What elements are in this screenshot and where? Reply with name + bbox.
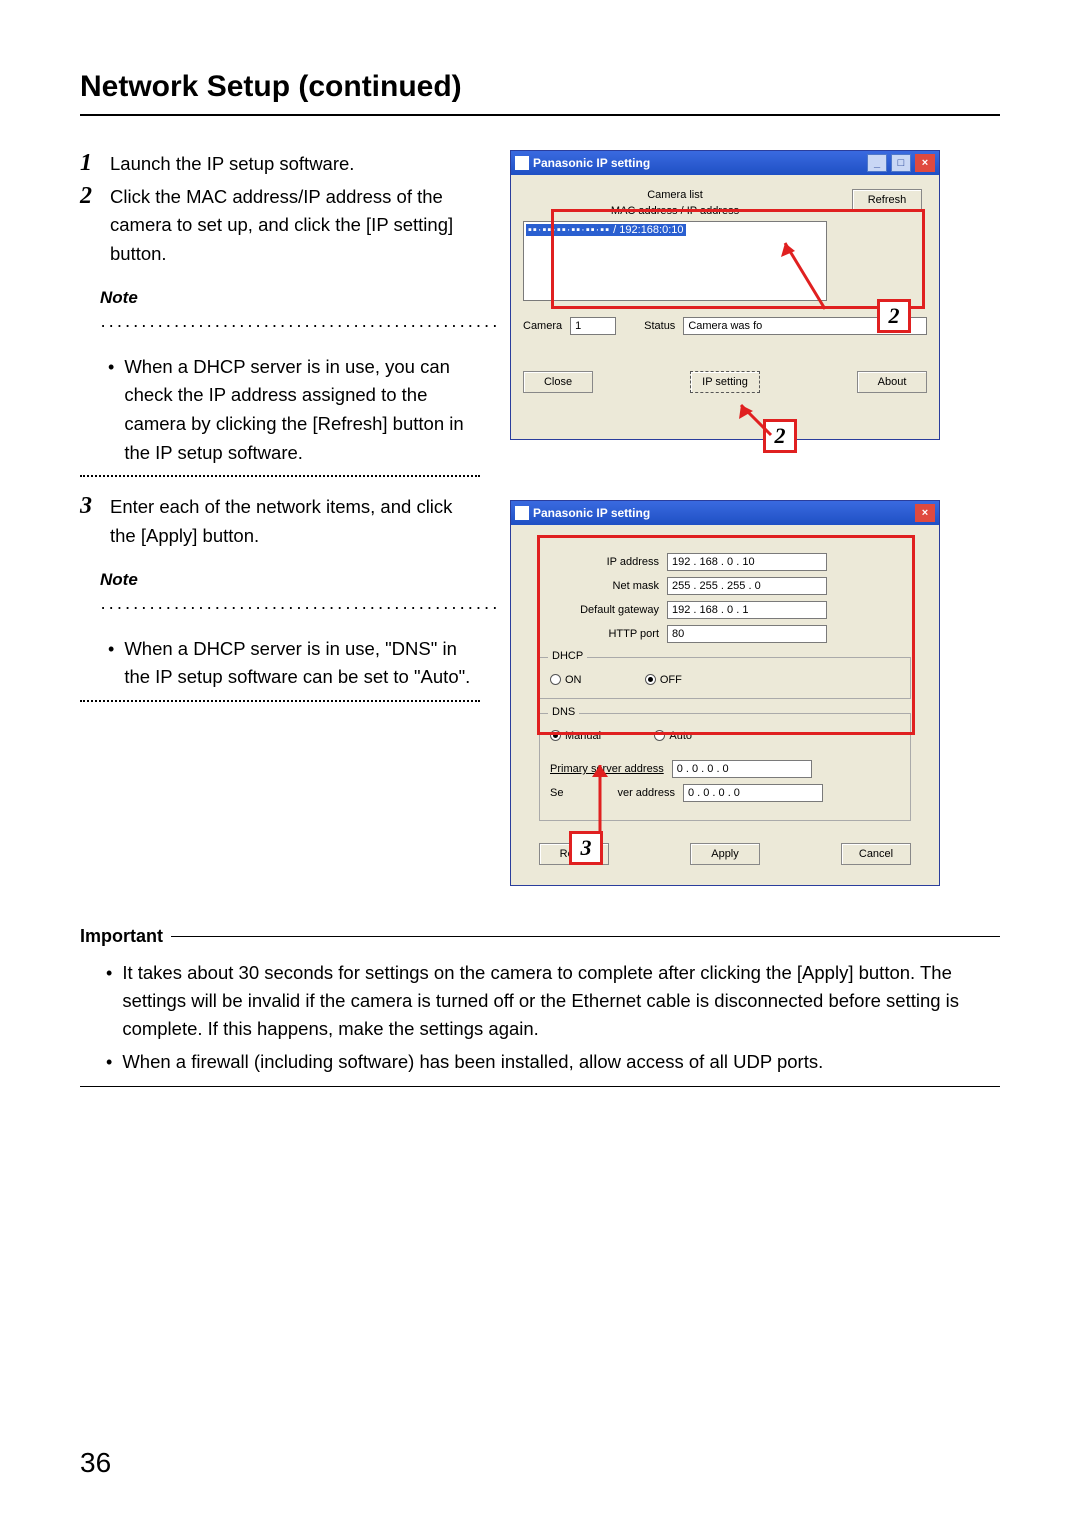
primary-dns-label: Primary server address xyxy=(550,763,664,775)
step-1-text: Launch the IP setup software. xyxy=(110,150,480,179)
step-2-num: 2 xyxy=(80,183,102,269)
dhcp-on-radio[interactable]: ON xyxy=(550,672,582,686)
dotted-divider xyxy=(80,700,480,702)
divider xyxy=(80,1086,1000,1087)
http-port-field[interactable]: 80 xyxy=(667,625,827,643)
maximize-button[interactable]: □ xyxy=(891,154,911,172)
cancel-button[interactable]: Cancel xyxy=(841,843,911,865)
step-3-text: Enter each of the network items, and cli… xyxy=(110,493,480,550)
list-item[interactable]: ▪▪·▪▪·▪▪·▪▪·▪▪·▪▪ / 192:168:0:10 xyxy=(526,224,686,236)
important-label: Important xyxy=(80,926,163,947)
close-button[interactable]: × xyxy=(915,504,935,522)
net-mask-field[interactable]: 255 . 255 . 255 . 0 xyxy=(667,577,827,595)
gateway-field[interactable]: 192 . 168 . 0 . 1 xyxy=(667,601,827,619)
titlebar: Panasonic IP setting × xyxy=(511,501,939,525)
step-1-num: 1 xyxy=(80,150,102,179)
camera-list-label: Camera list xyxy=(523,189,827,201)
window-title: Panasonic IP setting xyxy=(533,156,650,170)
page-number: 36 xyxy=(80,1447,111,1479)
page-title: Network Setup (continued) xyxy=(80,70,1000,104)
callout-3: 3 xyxy=(569,831,603,865)
window-ip-setting: Panasonic IP setting × IP address 192 . … xyxy=(510,500,940,886)
dots: ········································… xyxy=(100,593,500,622)
http-port-label: HTTP port xyxy=(539,628,659,640)
close-button[interactable]: × xyxy=(915,154,935,172)
dns-group-label: DNS xyxy=(548,706,579,718)
secondary-dns-label-pre: Se xyxy=(550,787,563,799)
secondary-dns-field[interactable]: 0 . 0 . 0 . 0 xyxy=(683,784,823,802)
note-2-text: When a DHCP server is in use, "DNS" in t… xyxy=(124,635,480,692)
ip-address-field[interactable]: 192 . 168 . 0 . 10 xyxy=(667,553,827,571)
important-1-text: It takes about 30 seconds for settings o… xyxy=(122,959,1000,1042)
refresh-button[interactable]: Refresh xyxy=(852,189,922,211)
bullet-icon xyxy=(108,635,114,692)
step-3-num: 3 xyxy=(80,493,102,550)
net-mask-label: Net mask xyxy=(539,580,659,592)
dots: ········································… xyxy=(100,311,500,340)
dotted-divider xyxy=(80,475,480,477)
dhcp-group: DHCP ON OFF xyxy=(539,657,911,699)
dns-manual-radio[interactable]: Manual xyxy=(550,728,601,742)
bullet-icon xyxy=(108,353,114,468)
callout-2a: 2 xyxy=(877,299,911,333)
ip-setting-button[interactable]: IP setting xyxy=(690,371,760,393)
note-label-2: Note xyxy=(100,570,138,589)
gateway-label: Default gateway xyxy=(539,604,659,616)
close-button-2[interactable]: Close xyxy=(523,371,593,393)
bullet-icon xyxy=(106,959,112,1042)
note-1-text: When a DHCP server is in use, you can ch… xyxy=(124,353,480,468)
status-label: Status xyxy=(644,320,675,332)
callout-2b: 2 xyxy=(763,419,797,453)
about-button[interactable]: About xyxy=(857,371,927,393)
camera-listbox[interactable]: ▪▪·▪▪·▪▪·▪▪·▪▪·▪▪ / 192:168:0:10 xyxy=(523,221,827,301)
dhcp-group-label: DHCP xyxy=(548,650,587,662)
titlebar: Panasonic IP setting _ □ × xyxy=(511,151,939,175)
apply-button[interactable]: Apply xyxy=(690,843,760,865)
dns-auto-radio[interactable]: Auto xyxy=(654,728,692,742)
dns-group: DNS Manual Auto Primary server address 0… xyxy=(539,713,911,821)
important-section: Important It takes about 30 seconds for … xyxy=(80,926,1000,1087)
step-2-text: Click the MAC address/IP address of the … xyxy=(110,183,480,269)
camera-label: Camera xyxy=(523,320,562,332)
app-icon xyxy=(515,506,529,520)
secondary-dns-label: ver address xyxy=(617,787,674,799)
important-2-text: When a firewall (including software) has… xyxy=(122,1048,823,1076)
instructions-column: 1 Launch the IP setup software. 2 Click … xyxy=(80,150,480,886)
dhcp-off-radio[interactable]: OFF xyxy=(645,672,682,686)
divider xyxy=(171,936,1000,937)
camera-field: 1 xyxy=(570,317,616,335)
window-title: Panasonic IP setting xyxy=(533,506,650,520)
primary-dns-field[interactable]: 0 . 0 . 0 . 0 xyxy=(672,760,812,778)
mac-ip-label: MAC address / IP address xyxy=(523,205,827,217)
note-label-1: Note xyxy=(100,288,138,307)
app-icon xyxy=(515,156,529,170)
ip-address-label: IP address xyxy=(539,556,659,568)
minimize-button[interactable]: _ xyxy=(867,154,887,172)
window-camera-list: Panasonic IP setting _ □ × Camera list M… xyxy=(510,150,940,440)
screenshots-column: Panasonic IP setting _ □ × Camera list M… xyxy=(510,150,940,886)
bullet-icon xyxy=(106,1048,112,1076)
title-rule xyxy=(80,114,1000,116)
